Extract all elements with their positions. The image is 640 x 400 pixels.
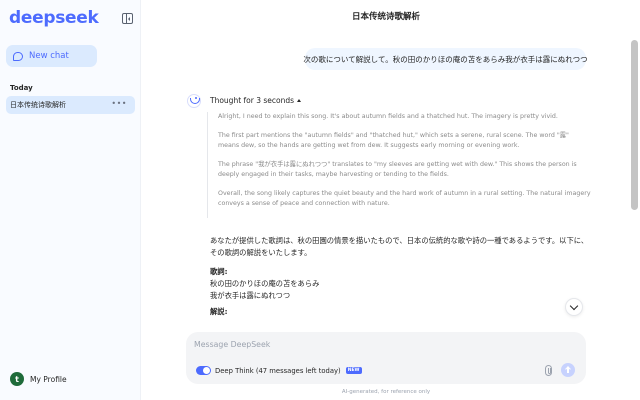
profile-button[interactable]: t My Profile	[10, 372, 67, 386]
history-item[interactable]: 日本传统诗歌解析 •••	[6, 96, 135, 114]
thinking-paragraph: The first part mentions the "autumn fiel…	[218, 131, 569, 150]
explanation-heading: 解説:	[210, 307, 228, 316]
chat-bubble-icon	[13, 51, 23, 61]
thought-label: Thought for 3 seconds	[210, 96, 295, 105]
answer-intro: あなたが提供した歌詞は、秋の田園の情景を描いたもので、日本の伝統的な歌や詩の一種…	[210, 236, 589, 257]
new-badge: NEW	[345, 367, 362, 374]
thinking-paragraph: Alright, I need to explain this song. It…	[218, 113, 558, 120]
thinking-paragraph: Overall, the song likely captures the qu…	[218, 189, 591, 208]
lyrics-line: 我が衣手は露にぬれつつ	[210, 291, 291, 300]
deepseek-whale-icon	[187, 94, 201, 108]
more-options-icon[interactable]: •••	[111, 99, 127, 108]
answer-block: あなたが提供した歌詞は、秋の田園の情景を描いたもので、日本の伝統的な歌や詩の一種…	[210, 235, 594, 318]
section-today: Today	[10, 84, 33, 92]
message-input[interactable]	[194, 340, 574, 349]
new-chat-label: New chat	[29, 51, 69, 61]
deepseek-logo[interactable]: deepseek	[9, 8, 99, 28]
lyrics-heading: 歌詞:	[210, 267, 228, 276]
lyrics-line: 秋の田のかりほの庵の苫をあらみ	[210, 279, 320, 288]
user-message: 次の歌について解説して。秋の田のかりほの庵の苫をあらみ我が衣手は露にぬれつつ	[303, 48, 588, 70]
deep-think-toggle[interactable]: Deep Think (47 messages left today) NEW	[196, 366, 362, 375]
chevron-up-icon	[297, 99, 302, 102]
footer-note: AI-generated, for reference only	[341, 389, 431, 395]
deep-think-label: Deep Think (47 messages left today)	[215, 366, 341, 375]
send-button[interactable]	[561, 363, 575, 377]
scroll-down-button[interactable]	[565, 298, 583, 316]
main-panel: 日本传统诗歌解析 次の歌について解説して。秋の田のかりほの庵の苫をあらみ我が衣手…	[141, 0, 640, 400]
profile-label: My Profile	[30, 374, 67, 384]
thinking-block: Alright, I need to explain this song. It…	[207, 112, 591, 218]
avatar: t	[10, 372, 24, 386]
scrollbar[interactable]	[631, 40, 638, 210]
thinking-paragraph: The phrase "我が衣手は露にぬれつつ" translates to "…	[218, 160, 577, 179]
toggle-switch[interactable]	[196, 366, 211, 375]
sidebar: deepseek New chat Today 日本传统诗歌解析 ••• t M…	[0, 0, 141, 400]
thought-toggle[interactable]: Thought for 3 seconds	[210, 96, 302, 105]
paperclip-icon[interactable]	[545, 365, 552, 376]
page-title: 日本传统诗歌解析	[351, 12, 420, 22]
composer: Deep Think (47 messages left today) NEW	[186, 332, 586, 384]
history-item-label: 日本传统诗歌解析	[10, 101, 66, 109]
new-chat-button[interactable]: New chat	[6, 45, 97, 67]
collapse-sidebar-icon[interactable]	[122, 13, 133, 24]
